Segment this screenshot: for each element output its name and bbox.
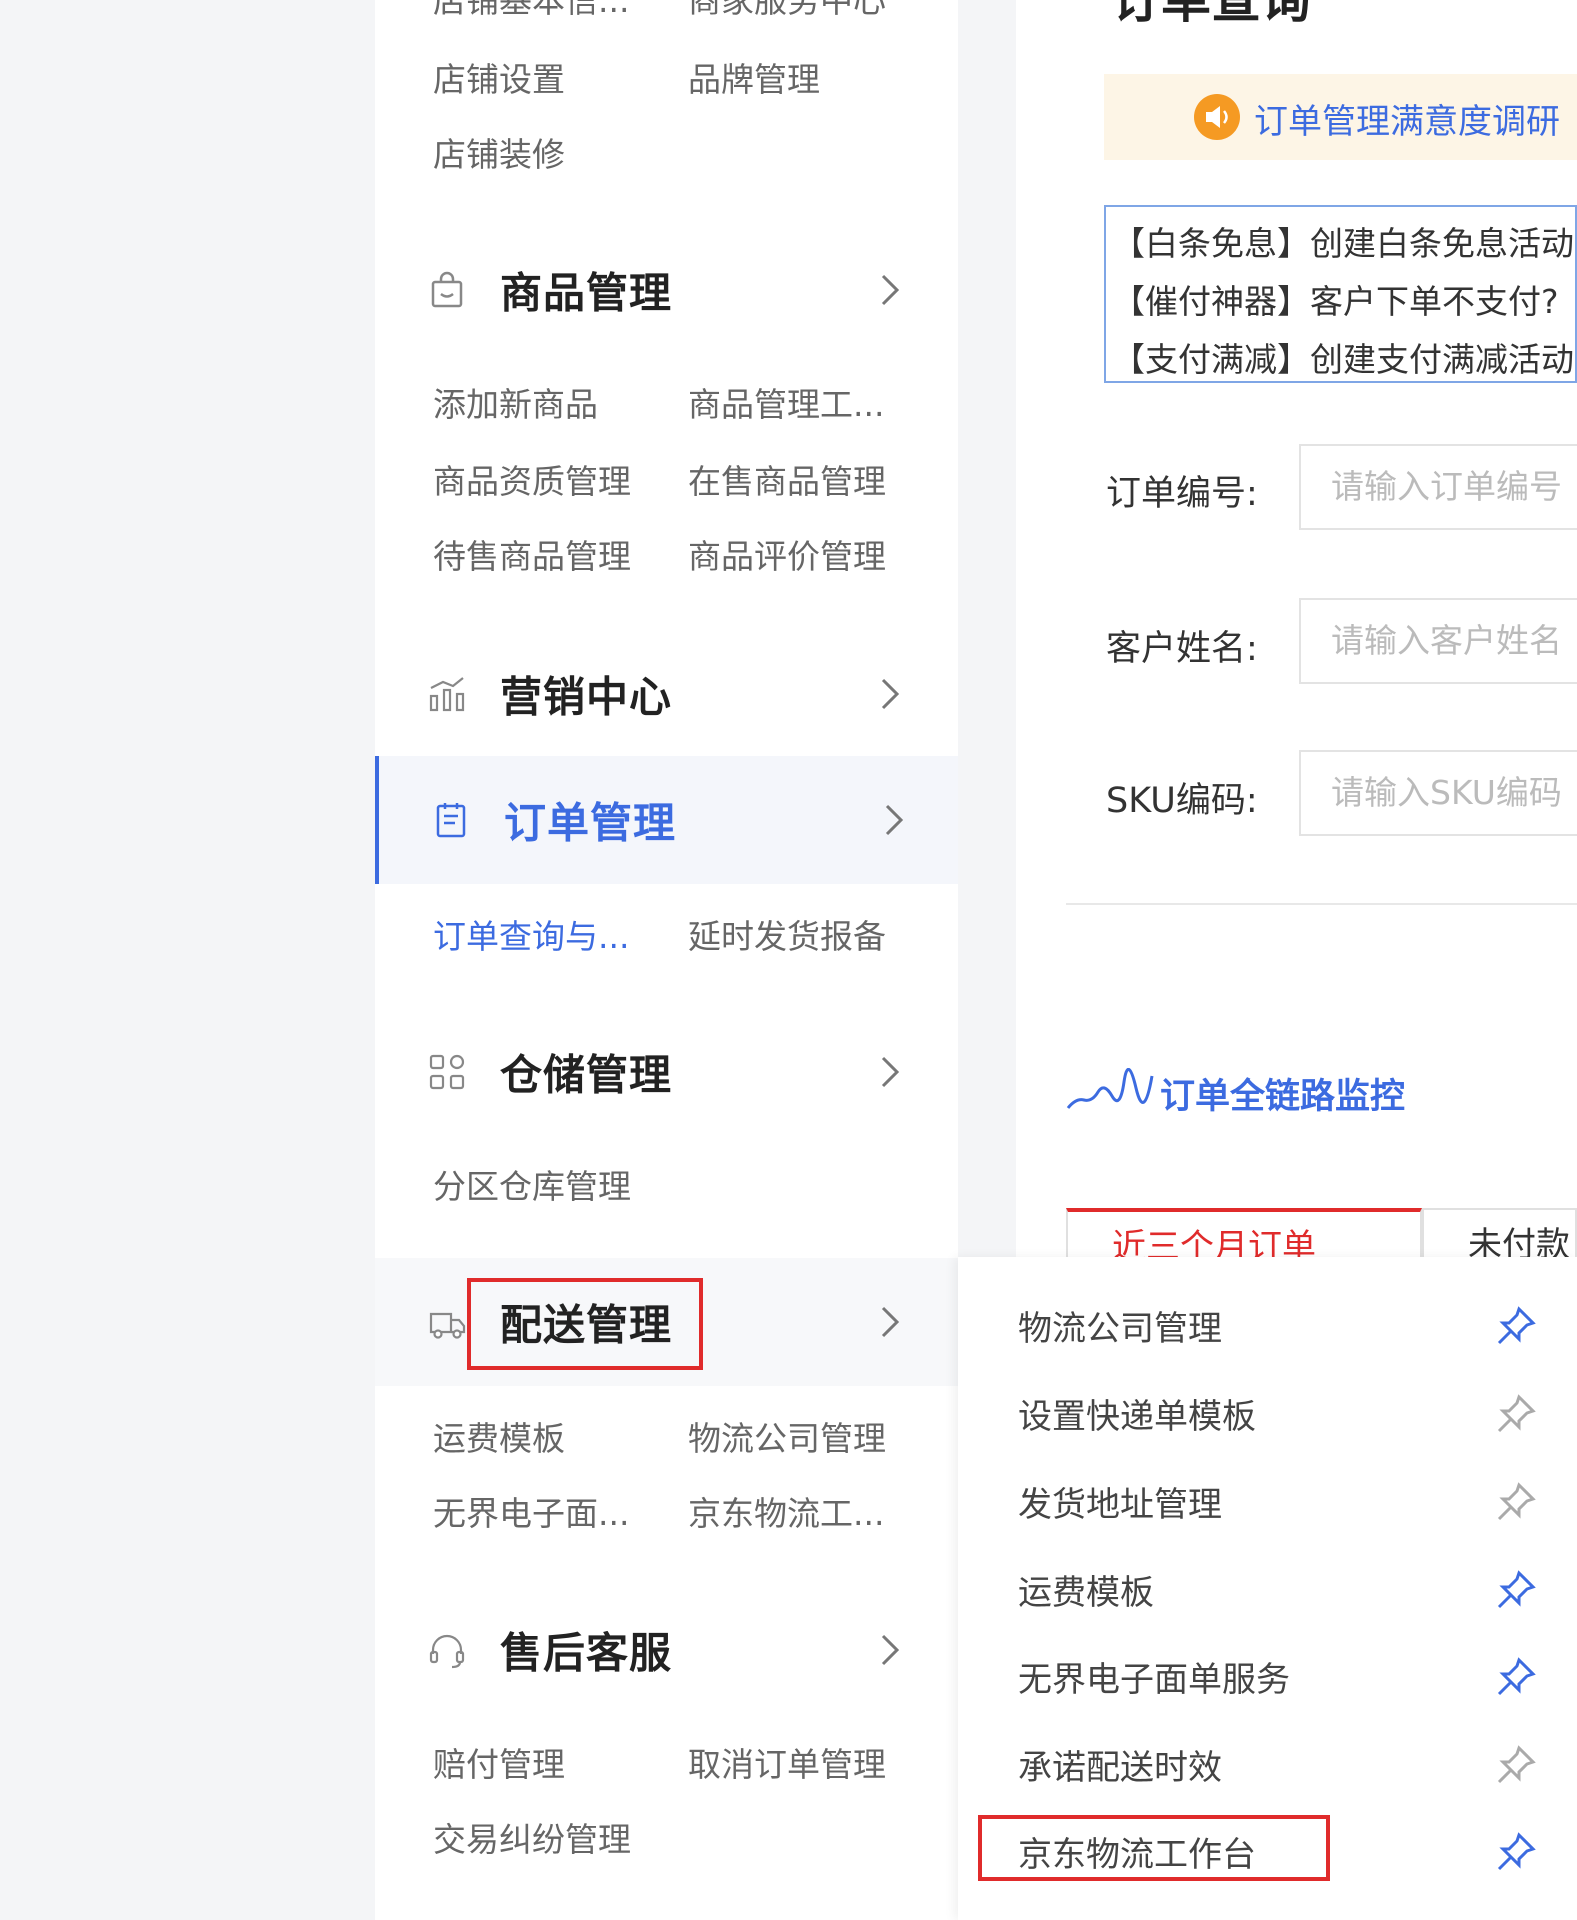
sidebar-section-warehouse-management[interactable]: 仓储管理: [375, 1008, 958, 1136]
pin-icon[interactable]: [1493, 1391, 1539, 1437]
order-number-input[interactable]: 请输入订单编号: [1299, 444, 1577, 530]
sidebar-section-title: 订单管理: [504, 798, 677, 848]
headset-icon: [427, 1630, 467, 1670]
monitor-title[interactable]: 订单全链路监控: [1160, 1068, 1405, 1119]
notice-bar[interactable]: 订单管理满意度调研: [1104, 74, 1577, 160]
customer-name-input[interactable]: 请输入客户姓名: [1299, 598, 1577, 684]
sidebar-menu: 店铺基本信... 商家服务中心 店铺设置 品牌管理 店铺装修 商品管理 添加新商…: [375, 0, 958, 1920]
sidebar-subitem-zone-warehouse[interactable]: 分区仓库管理: [433, 1160, 631, 1208]
sidebar-subitem[interactable]: 商品资质管理: [433, 455, 631, 503]
sidebar-section-product-management[interactable]: 商品管理: [375, 226, 958, 354]
pin-icon[interactable]: [1493, 1742, 1539, 1788]
sidebar-subitem-merchant-service[interactable]: 商家服务中心: [688, 0, 886, 22]
chevron-right-icon: [875, 1052, 905, 1092]
pin-icon[interactable]: [1493, 1479, 1539, 1525]
customer-name-label: 客户姓名:: [1106, 629, 1258, 669]
promo-line[interactable]: 【催付神器】客户下单不支付?: [1112, 275, 1559, 323]
sidebar-subitem[interactable]: 商品管理工...: [688, 378, 884, 426]
flyout-item-e-waybill-service[interactable]: 无界电子面单服务: [1018, 1652, 1290, 1701]
speaker-icon: [1194, 94, 1240, 140]
sidebar-subitem-delay-shipping[interactable]: 延时发货报备: [688, 910, 886, 958]
sidebar-subitem-shop-settings[interactable]: 店铺设置: [433, 53, 565, 101]
flyout-item-freight-template[interactable]: 运费模板: [1018, 1565, 1154, 1614]
sidebar-subitem[interactable]: 交易纠纷管理: [433, 1813, 631, 1861]
sidebar-section-title: 营销中心: [500, 672, 673, 722]
flyout-item-delivery-timeliness[interactable]: 承诺配送时效: [1018, 1740, 1222, 1789]
sidebar-subitem[interactable]: 商品评价管理: [688, 530, 886, 578]
delivery-flyout-menu: 物流公司管理 设置快递单模板 发货地址管理 运费模板 无界电子面单服务 承诺配送…: [958, 1257, 1577, 1920]
notice-text[interactable]: 订单管理满意度调研: [1254, 94, 1560, 143]
highlight-box-jd-logistics-workbench: [978, 1815, 1330, 1881]
order-number-label: 订单编号:: [1106, 474, 1258, 514]
chevron-right-icon: [875, 1302, 905, 1342]
flyout-item-shipping-address[interactable]: 发货地址管理: [1018, 1477, 1222, 1526]
sidebar-subitem[interactable]: 取消订单管理: [688, 1738, 886, 1786]
sidebar-subitem[interactable]: 添加新商品: [433, 378, 598, 426]
sidebar-subitem[interactable]: 运费模板: [433, 1412, 565, 1460]
page-title: 订单查询: [1111, 0, 1311, 29]
promo-line[interactable]: 【支付满减】创建支付满减活动: [1112, 333, 1574, 381]
bar-chart-icon: [427, 674, 467, 714]
delivery-truck-icon: [427, 1302, 467, 1342]
wave-chart-icon: [1066, 1068, 1156, 1114]
sidebar-subitem[interactable]: 待售商品管理: [433, 530, 631, 578]
sidebar-subitem-shop-info[interactable]: 店铺基本信...: [433, 0, 629, 22]
sidebar-subitem-shop-decoration[interactable]: 店铺装修: [433, 128, 565, 176]
sidebar-section-marketing-center[interactable]: 营销中心: [375, 630, 958, 758]
pin-icon[interactable]: [1493, 1829, 1539, 1875]
sku-code-input[interactable]: 请输入SKU编码: [1299, 750, 1577, 836]
chevron-right-icon: [875, 1630, 905, 1670]
sidebar-section-title: 商品管理: [500, 268, 673, 318]
chevron-right-icon: [875, 270, 905, 310]
sidebar-subitem[interactable]: 物流公司管理: [688, 1412, 886, 1460]
shopping-bag-icon: [427, 270, 467, 310]
flyout-item-logistics-company[interactable]: 物流公司管理: [1018, 1301, 1222, 1350]
sidebar-subitem[interactable]: 在售商品管理: [688, 455, 886, 503]
sidebar-section-title: 仓储管理: [500, 1050, 673, 1100]
sidebar-subitem-order-query[interactable]: 订单查询与...: [433, 910, 629, 958]
sku-code-label: SKU编码:: [1106, 781, 1258, 821]
pin-icon[interactable]: [1493, 1654, 1539, 1700]
sidebar-subitem[interactable]: 无界电子面...: [433, 1487, 629, 1535]
page-background: [0, 0, 375, 1920]
flyout-item-express-template[interactable]: 设置快递单模板: [1018, 1389, 1256, 1438]
pin-icon[interactable]: [1493, 1567, 1539, 1613]
promo-line[interactable]: 【白条免息】创建白条免息活动: [1112, 217, 1574, 265]
sidebar-subitem[interactable]: 赔付管理: [433, 1738, 565, 1786]
sidebar-section-title: 售后客服: [500, 1628, 673, 1678]
sidebar-section-after-sales[interactable]: 售后客服: [375, 1586, 958, 1714]
pin-icon[interactable]: [1493, 1303, 1539, 1349]
sidebar-subitem[interactable]: 京东物流工...: [688, 1487, 884, 1535]
order-list-icon: [431, 800, 471, 840]
sidebar-section-order-management[interactable]: 订单管理: [375, 756, 958, 884]
sidebar-subitem-brand-management[interactable]: 品牌管理: [688, 53, 820, 101]
grid-apps-icon: [427, 1052, 467, 1092]
promo-box: 【白条免息】创建白条免息活动 【催付神器】客户下单不支付? 【支付满减】创建支付…: [1104, 205, 1577, 383]
highlight-box-delivery-management: [467, 1278, 703, 1370]
chevron-right-icon: [879, 800, 909, 840]
divider: [1066, 903, 1577, 905]
chevron-right-icon: [875, 674, 905, 714]
